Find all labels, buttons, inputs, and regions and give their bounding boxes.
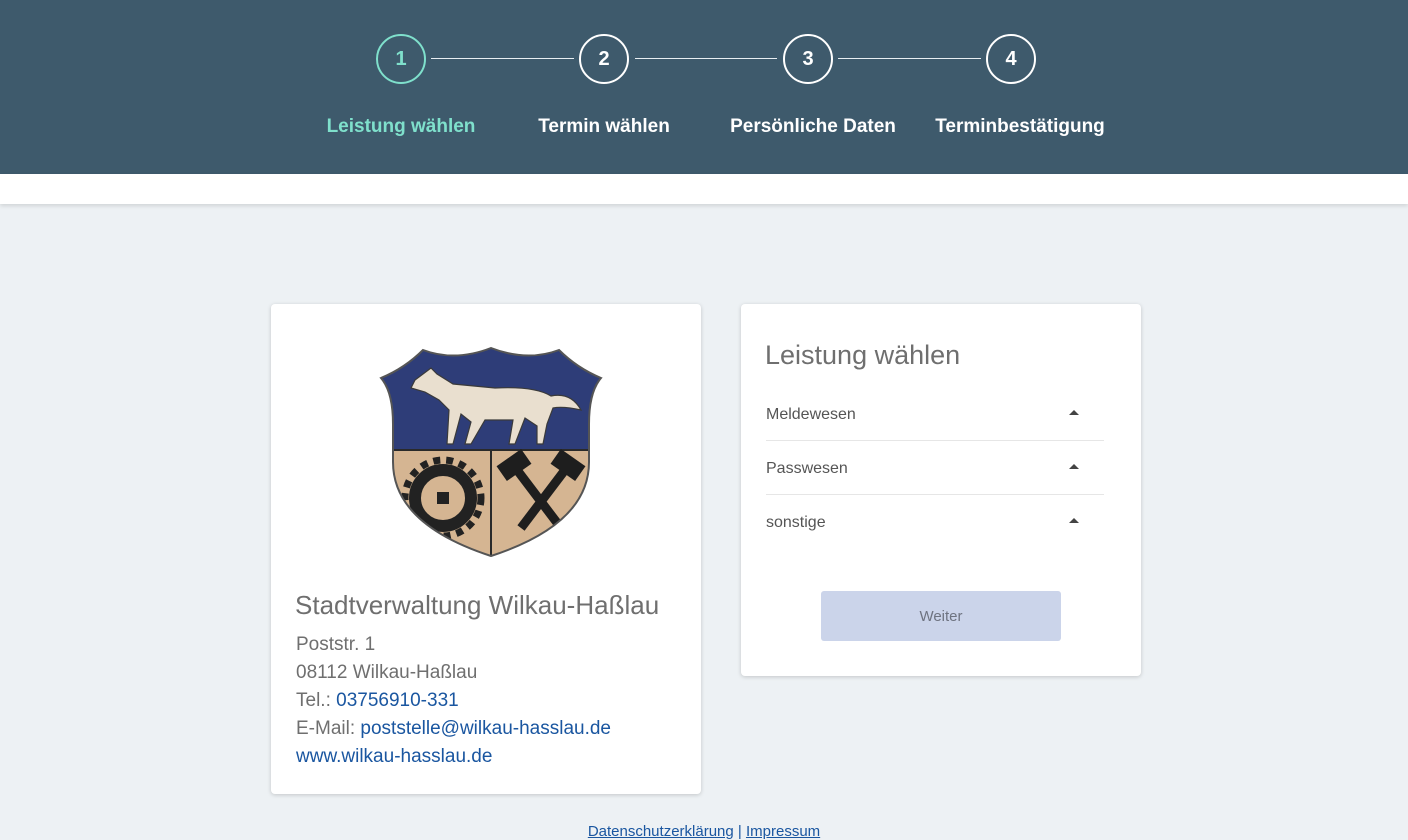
step-2-circle[interactable]: 2 [579,34,629,84]
step-4-label[interactable]: Terminbestätigung [910,116,1130,138]
sub-header-bar [0,174,1408,204]
next-button[interactable]: Weiter [821,591,1061,641]
step-connector [431,58,574,59]
accordion-label: Meldewesen [766,406,856,423]
accordion-label: Passwesen [766,460,848,477]
footer-links: Datenschutzerklärung | Impressum [0,823,1408,840]
service-section-title: Leistung wählen [765,340,961,370]
caret-up-icon [1069,464,1079,469]
step-connector [838,58,981,59]
imprint-link[interactable]: Impressum [746,823,820,840]
office-street: Poststr. 1 [296,634,376,655]
accordion-label: sonstige [766,514,826,531]
step-3-circle[interactable]: 3 [783,34,833,84]
office-website-row: www.wilkau-hasslau.de [296,746,492,768]
privacy-link[interactable]: Datenschutzerklärung [588,823,734,840]
website-link[interactable]: www.wilkau-hasslau.de [296,746,492,767]
coat-of-arms-logo [379,346,603,558]
step-1-circle[interactable]: 1 [376,34,426,84]
caret-up-icon [1069,518,1079,523]
office-name: Stadtverwaltung Wilkau-Haßlau [295,590,660,620]
accordion-meldewesen[interactable]: Meldewesen [766,388,1104,441]
progress-stepper: 1 2 3 4 Leistung wählen Termin wählen Pe… [0,0,1408,174]
step-3-label[interactable]: Persönliche Daten [703,116,923,138]
step-4-circle[interactable]: 4 [986,34,1036,84]
email-label: E-Mail: [296,718,356,739]
footer-separator: | [737,823,742,840]
office-city: 08112 Wilkau-Haßlau [296,662,478,683]
header-bar: 1 2 3 4 Leistung wählen Termin wählen Pe… [0,0,1408,174]
service-selection-card: Leistung wählen Meldewesen Passwesen son… [741,304,1141,676]
phone-link[interactable]: 03756910-331 [336,690,459,711]
office-phone-row: Tel.: 03756910-331 [296,690,459,712]
step-1-label[interactable]: Leistung wählen [291,116,511,138]
step-connector [635,58,777,59]
accordion-passwesen[interactable]: Passwesen [766,442,1104,495]
caret-up-icon [1069,410,1079,415]
accordion-sonstige[interactable]: sonstige [766,496,1104,549]
office-info-card: Stadtverwaltung Wilkau-Haßlau Poststr. 1… [271,304,701,794]
office-email-row: E-Mail: poststelle@wilkau-hasslau.de [296,718,611,740]
step-2-label[interactable]: Termin wählen [494,116,714,138]
email-link[interactable]: poststelle@wilkau-hasslau.de [360,718,611,739]
phone-label: Tel.: [296,690,331,711]
